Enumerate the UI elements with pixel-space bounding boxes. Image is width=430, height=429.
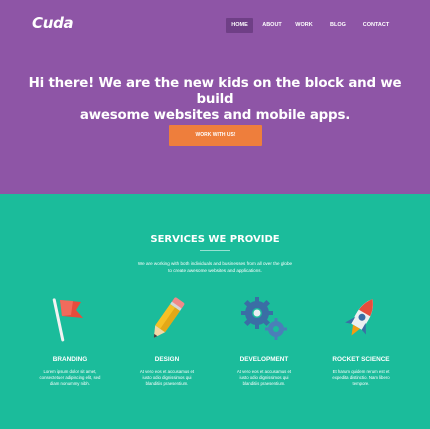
gears-icon [241,297,287,340]
hero-section: Cuda HOME ABOUT WORK BLOG CONTACT Hi the… [0,0,430,194]
services-divider [200,250,230,251]
nav-item-work[interactable]: WORK [293,18,315,33]
services-subtitle-line-2: to create awesome websites and applicati… [168,267,262,273]
service-description-line: diam nonummy nibh. [50,381,90,386]
nav-item-home[interactable]: HOME [226,18,253,33]
service-description: Et harum quidem rerum est et expedita di… [313,369,409,387]
service-name: DEVELOPMENT [239,356,289,363]
service-branding: BRANDING Lorem ipsum dolor sit amet, con… [22,294,118,394]
nav-item-blog[interactable]: BLOG [328,18,348,33]
pencil-icon [153,297,185,338]
hero-headline-line-1: Hi there! We are the new kids on the blo… [28,76,402,107]
services-subtitle-line-1: We are working with both individuals and… [137,261,293,266]
service-description: At vero eos et accusamus et iusto odio d… [119,369,215,387]
service-name: DESIGN [154,356,180,363]
service-description-line: blanditiis praesentium. [145,381,189,386]
hero-headline-line-2: awesome websites and mobile apps. [79,108,351,123]
service-name: BRANDING [52,356,88,363]
service-description: At vero eos et accusamus et iusto odio d… [216,369,312,387]
nav-item-contact[interactable]: CONTACT [360,18,392,33]
services-title: SERVICES WE PROVIDE [150,234,280,245]
hero-headline: Hi there! We are the new kids on the blo… [20,76,410,124]
rocket-icon [345,299,373,336]
service-rocket-science: ROCKET SCIENCE Et harum quidem rerum est… [313,294,409,394]
services-subtitle: We are working with both individuals and… [110,261,320,274]
nav-item-about[interactable]: ABOUT [258,18,286,33]
service-description-line: tempore. [352,381,370,386]
service-design: DESIGN At vero eos et accusamus et iusto… [119,294,215,394]
logo[interactable]: Cuda [32,14,74,32]
flag-icon [52,298,83,342]
service-description-line: blanditiis praesentium. [242,381,286,386]
service-name: ROCKET SCIENCE [332,356,390,363]
services-section: SERVICES WE PROVIDE We are working with … [0,194,430,429]
work-with-us-button[interactable]: WORK WITH US! [169,125,262,146]
service-description: Lorem ipsum dolor sit amet, consectetuer… [22,369,118,387]
service-development: DEVELOPMENT At vero eos et accusamus et … [216,294,312,394]
